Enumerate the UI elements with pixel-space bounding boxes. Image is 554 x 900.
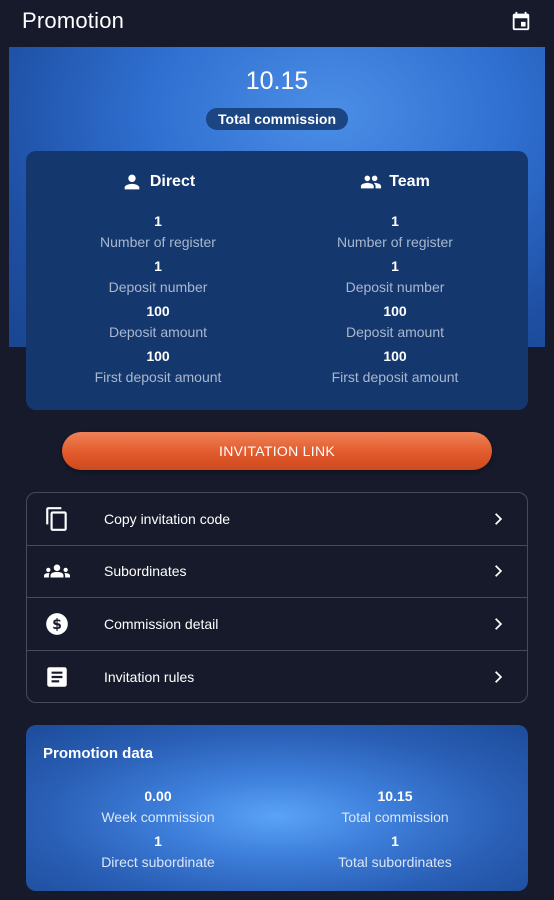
chevron-right-icon bbox=[495, 565, 503, 578]
stat-label: Deposit amount bbox=[345, 324, 445, 340]
stat-label: Deposit number bbox=[345, 279, 445, 295]
stat-label: First deposit amount bbox=[94, 369, 222, 385]
menu-item-label: Commission detail bbox=[104, 615, 219, 632]
stat-label: Number of register bbox=[337, 234, 453, 250]
invitation-link-button[interactable]: INVITATION LINK bbox=[62, 432, 492, 470]
people-icon bbox=[44, 564, 70, 578]
copy-icon bbox=[46, 506, 67, 531]
menu-item-label: Invitation rules bbox=[104, 668, 195, 685]
stat-value: 0.00 bbox=[144, 788, 172, 804]
menu-item-label: Subordinates bbox=[104, 563, 187, 580]
group-icon bbox=[361, 175, 382, 189]
stat-value: 1 bbox=[154, 213, 162, 229]
menu-item-copy-invitation-code[interactable]: Copy invitation code bbox=[27, 493, 527, 546]
stat-item: 1 Deposit number bbox=[275, 257, 515, 302]
menu-item-label: Copy invitation code bbox=[104, 510, 231, 527]
page-title: Promotion bbox=[22, 8, 125, 33]
team-stats: Team 1 Number of register 1 Deposit numb… bbox=[275, 171, 515, 392]
promotion-data-title: Promotion data bbox=[43, 745, 154, 762]
stat-value: 100 bbox=[383, 348, 407, 364]
stat-item: 1 Deposit number bbox=[38, 257, 278, 302]
stat-value: 1 bbox=[391, 833, 399, 849]
chevron-right-icon bbox=[495, 670, 503, 683]
direct-header: Direct bbox=[38, 171, 278, 193]
stat-item: 1 Direct subordinate bbox=[38, 832, 278, 877]
direct-stats: Direct 1 Number of register 1 Deposit nu… bbox=[38, 171, 278, 392]
stat-value: 100 bbox=[146, 303, 170, 319]
stat-label: Number of register bbox=[100, 234, 216, 250]
stat-label: Deposit number bbox=[108, 279, 208, 295]
stat-label: Week commission bbox=[101, 809, 215, 825]
stat-value: 1 bbox=[154, 258, 162, 274]
chevron-right-icon bbox=[495, 512, 503, 525]
stat-label: Total commission bbox=[341, 809, 449, 825]
stat-item: 10.15 Total commission bbox=[275, 787, 515, 832]
stat-item: 100 Deposit amount bbox=[38, 302, 278, 347]
stat-item: 100 First deposit amount bbox=[38, 347, 278, 392]
document-icon bbox=[47, 667, 67, 687]
total-commission-badge: Total commission bbox=[206, 108, 348, 130]
stat-label: Direct subordinate bbox=[101, 854, 215, 870]
stat-value: 100 bbox=[146, 348, 170, 364]
team-title: Team bbox=[389, 173, 430, 190]
menu-item-invitation-rules[interactable]: Invitation rules bbox=[27, 651, 527, 703]
promotion-data-left: 0.00 Week commission 1 Direct subordinat… bbox=[38, 787, 278, 877]
chevron-right-icon bbox=[495, 617, 503, 630]
stat-item: 1 Total subordinates bbox=[275, 832, 515, 877]
promotion-data-card: Promotion data 0.00 Week commission 1 Di… bbox=[26, 725, 528, 891]
stat-item: 1 Number of register bbox=[275, 212, 515, 257]
stat-value: 1 bbox=[154, 833, 162, 849]
stat-item: 0.00 Week commission bbox=[38, 787, 278, 832]
menu-item-subordinates[interactable]: Subordinates bbox=[27, 546, 527, 598]
team-header: Team bbox=[275, 171, 515, 193]
stat-value: 100 bbox=[383, 303, 407, 319]
menu-item-commission-detail[interactable]: $ Commission detail bbox=[27, 598, 527, 651]
promotion-data-right: 10.15 Total commission 1 Total subordina… bbox=[275, 787, 515, 877]
total-commission-amount: 10.15 bbox=[245, 67, 309, 95]
stats-card: Direct 1 Number of register 1 Deposit nu… bbox=[26, 151, 528, 410]
stat-item: 100 First deposit amount bbox=[275, 347, 515, 392]
calendar-icon[interactable] bbox=[510, 10, 532, 32]
stat-value: 10.15 bbox=[377, 788, 413, 804]
stat-item: 100 Deposit amount bbox=[275, 302, 515, 347]
dollar-icon: $ bbox=[46, 612, 68, 635]
promotion-menu: Copy invitation code Subordinates $ Comm… bbox=[26, 492, 528, 703]
direct-title: Direct bbox=[149, 173, 196, 190]
stat-label: Deposit amount bbox=[108, 324, 208, 340]
stat-label: Total subordinates bbox=[338, 854, 452, 870]
stat-label: First deposit amount bbox=[331, 369, 459, 385]
person-icon bbox=[124, 174, 140, 190]
stat-value: 1 bbox=[391, 258, 399, 274]
stat-item: 1 Number of register bbox=[38, 212, 278, 257]
stat-value: 1 bbox=[391, 213, 399, 229]
app-header: Promotion bbox=[0, 0, 554, 42]
svg-text:$: $ bbox=[52, 617, 62, 633]
